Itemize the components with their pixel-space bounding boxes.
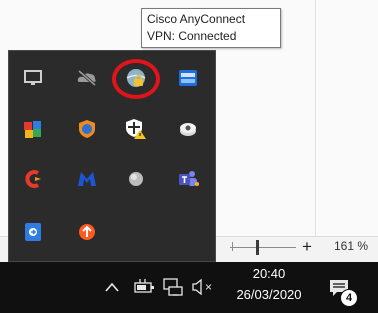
highlight-circle [112,59,160,99]
drive-sync-icon[interactable] [176,117,200,141]
orange-update-icon[interactable] [75,220,99,244]
volume-mute-mark: × [204,280,212,294]
keyboard-ime-icon[interactable] [176,66,200,90]
ccleaner-icon[interactable] [21,167,45,191]
taskbar [0,262,378,313]
notification-count-badge: 4 [340,289,358,307]
gray-ball-icon[interactable] [124,167,148,191]
clock-date[interactable]: 26/03/2020 [230,287,308,302]
vpn-tooltip: Cisco AnyConnect VPN: Connected [141,8,281,48]
security-warning-shield-icon[interactable] [124,117,148,141]
zoom-slider-thumb[interactable] [256,240,259,255]
zoom-in-button[interactable]: + [300,236,314,258]
zoom-slider-track[interactable] [230,247,296,248]
clock-time[interactable]: 20:40 [246,266,292,281]
battery-power-icon[interactable] [133,276,157,298]
multicolor-app-icon[interactable] [21,117,45,141]
malwarebytes-icon[interactable] [75,167,99,191]
remote-access-icon[interactable] [21,220,45,244]
monitor-icon[interactable] [21,66,45,90]
zoom-level[interactable]: 161 % [334,239,368,253]
onedrive-offline-icon[interactable] [75,66,99,90]
volume-muted-icon[interactable]: × [190,277,214,297]
network-icon[interactable] [162,277,184,297]
tooltip-status: VPN: Connected [147,29,237,43]
show-hidden-icons-chevron-icon[interactable] [102,277,122,297]
tooltip-title: Cisco AnyConnect [147,12,246,26]
globe-shield-icon[interactable] [75,117,99,141]
teams-icon[interactable] [176,167,200,191]
page-edge [315,0,316,236]
